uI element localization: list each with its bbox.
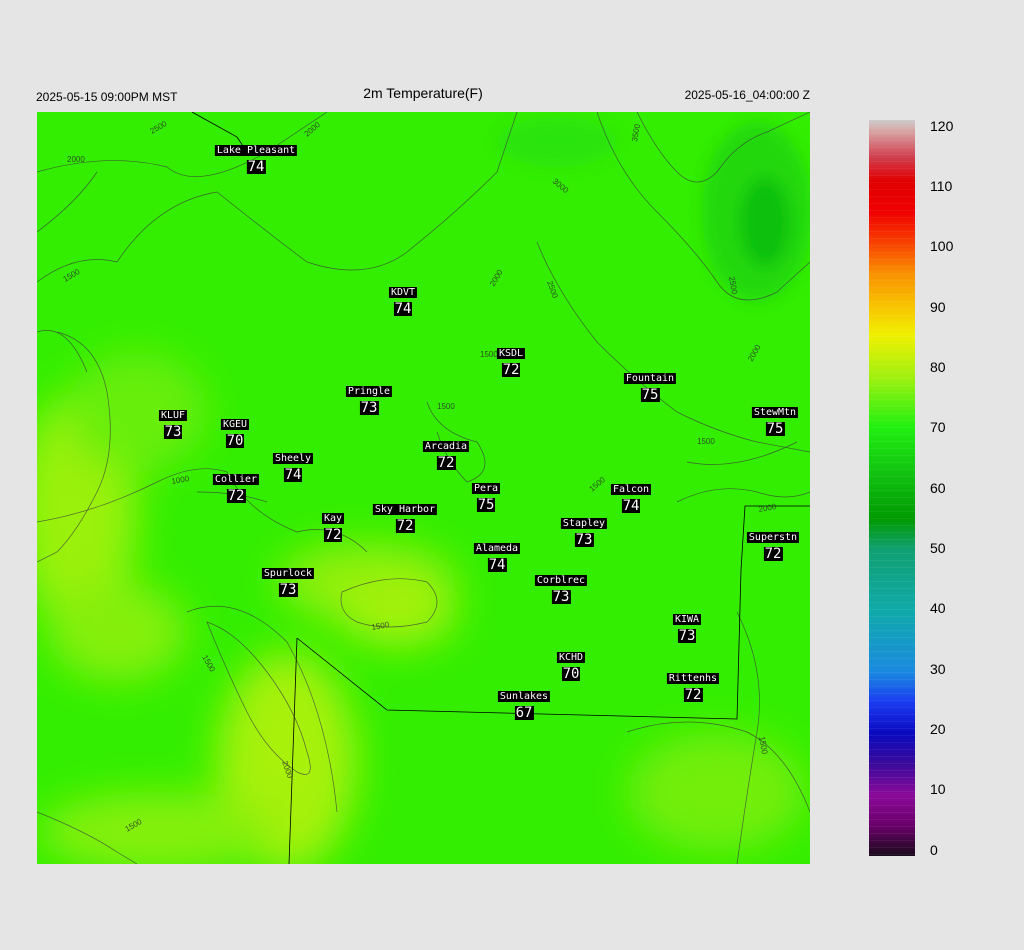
station-temperature: 75 [640,387,660,403]
station-corblrec[interactable]: Corblrec 73 [534,570,588,605]
station-temperature: 72 [226,488,246,504]
station-rittenhs[interactable]: Rittenhs 72 [666,668,720,703]
station-temperature: 74 [283,467,303,483]
station-temperature: 70 [225,433,245,449]
colorbar-tick-label: 50 [930,540,946,556]
station-sheely[interactable]: Sheely 74 [272,448,314,483]
station-sunlakes[interactable]: Sunlakes 67 [497,686,551,721]
station-name: Corblrec [534,575,588,586]
station-stewmtn[interactable]: StewMtn 75 [751,402,799,437]
station-temperature: 72 [683,687,703,703]
contour-label: 1500 [697,437,715,446]
station-temperature: 73 [278,582,298,598]
station-name: Stapley [560,518,608,529]
station-name: Fountain [623,373,677,384]
station-name: KSDL [496,348,526,359]
temperature-field: 2500 2000 2000 3000 3500 2500 1500 2000 … [37,112,810,864]
station-name: KLUF [158,410,188,421]
temperature-colorbar [869,120,915,856]
station-name: Sky Harbor [372,504,438,515]
station-temperature: 73 [551,589,571,605]
station-kay[interactable]: Kay 72 [321,508,345,543]
station-name: Pera [471,483,501,494]
station-arcadia[interactable]: Arcadia 72 [422,436,470,471]
station-name: StewMtn [751,407,799,418]
station-temperature: 75 [476,497,496,513]
station-name: Falcon [610,484,652,495]
station-name: Lake Pleasant [214,145,298,156]
station-name: Collier [212,474,260,485]
station-temperature: 73 [163,424,183,440]
colorbar-tick-label: 60 [930,480,946,496]
station-temperature: 75 [765,421,785,437]
colorbar-tick-label: 110 [930,178,953,194]
station-temperature: 73 [359,400,379,416]
valid-time-utc: 2025-05-16_04:00:00 Z [684,88,810,102]
colorbar-tick-label: 10 [930,781,946,797]
station-name: Arcadia [422,441,470,452]
station-temperature: 72 [501,362,521,378]
station-temperature: 73 [677,628,697,644]
temperature-map[interactable]: 2500 2000 2000 3000 3500 2500 1500 2000 … [37,112,810,864]
colorbar-tick-label: 70 [930,419,946,435]
station-kiwa[interactable]: KIWA 73 [672,609,702,644]
station-fountain[interactable]: Fountain 75 [623,368,677,403]
station-pera[interactable]: Pera 75 [471,478,501,513]
colorbar-tick-label: 0 [930,842,938,858]
station-ksdl[interactable]: KSDL 72 [496,343,526,378]
station-temperature: 73 [574,532,594,548]
colorbar-tick-label: 40 [930,600,946,616]
station-kchd[interactable]: KCHD 70 [556,647,586,682]
station-stapley[interactable]: Stapley 73 [560,513,608,548]
station-name: Spurlock [261,568,315,579]
station-temperature: 72 [436,455,456,471]
station-alameda[interactable]: Alameda 74 [473,538,521,573]
station-name: Kay [321,513,345,524]
station-name: Pringle [345,386,393,397]
contour-label: 2000 [67,155,85,164]
station-temperature: 70 [561,666,581,682]
colorbar-tick-label: 100 [930,238,954,254]
station-temperature: 72 [323,527,343,543]
station-kdvt[interactable]: KDVT 74 [388,282,418,317]
station-temperature: 74 [246,159,266,175]
station-temperature: 74 [393,301,413,317]
contour-label: 1500 [480,350,498,359]
station-name: Rittenhs [666,673,720,684]
station-spurlock[interactable]: Spurlock 73 [261,563,315,598]
station-temperature: 72 [763,546,783,562]
station-pringle[interactable]: Pringle 73 [345,381,393,416]
station-name: Sunlakes [497,691,551,702]
colorbar-tick-label: 120 [930,118,954,134]
station-name: KDVT [388,287,418,298]
station-collier[interactable]: Collier 72 [212,469,260,504]
colorbar-tick-label: 80 [930,359,946,375]
station-temperature: 67 [514,705,534,721]
station-name: Sheely [272,453,314,464]
station-lake-pleasant[interactable]: Lake Pleasant 74 [214,140,298,175]
station-name: KCHD [556,652,586,663]
station-temperature: 72 [395,518,415,534]
station-falcon[interactable]: Falcon 74 [610,479,652,514]
station-name: KIWA [672,614,702,625]
station-temperature: 74 [487,557,507,573]
colorbar-tick-label: 90 [930,299,946,315]
station-temperature: 74 [621,498,641,514]
station-name: Alameda [473,543,521,554]
station-name: Superstn [746,532,800,543]
station-kgeu[interactable]: KGEU 70 [220,414,250,449]
colorbar-tick-label: 30 [930,661,946,677]
station-name: KGEU [220,419,250,430]
colorbar-tick-label: 20 [930,721,946,737]
station-sky-harbor[interactable]: Sky Harbor 72 [372,499,438,534]
contour-label: 1500 [437,402,455,411]
station-superstn[interactable]: Superstn 72 [746,527,800,562]
station-kluf[interactable]: KLUF 73 [158,405,188,440]
